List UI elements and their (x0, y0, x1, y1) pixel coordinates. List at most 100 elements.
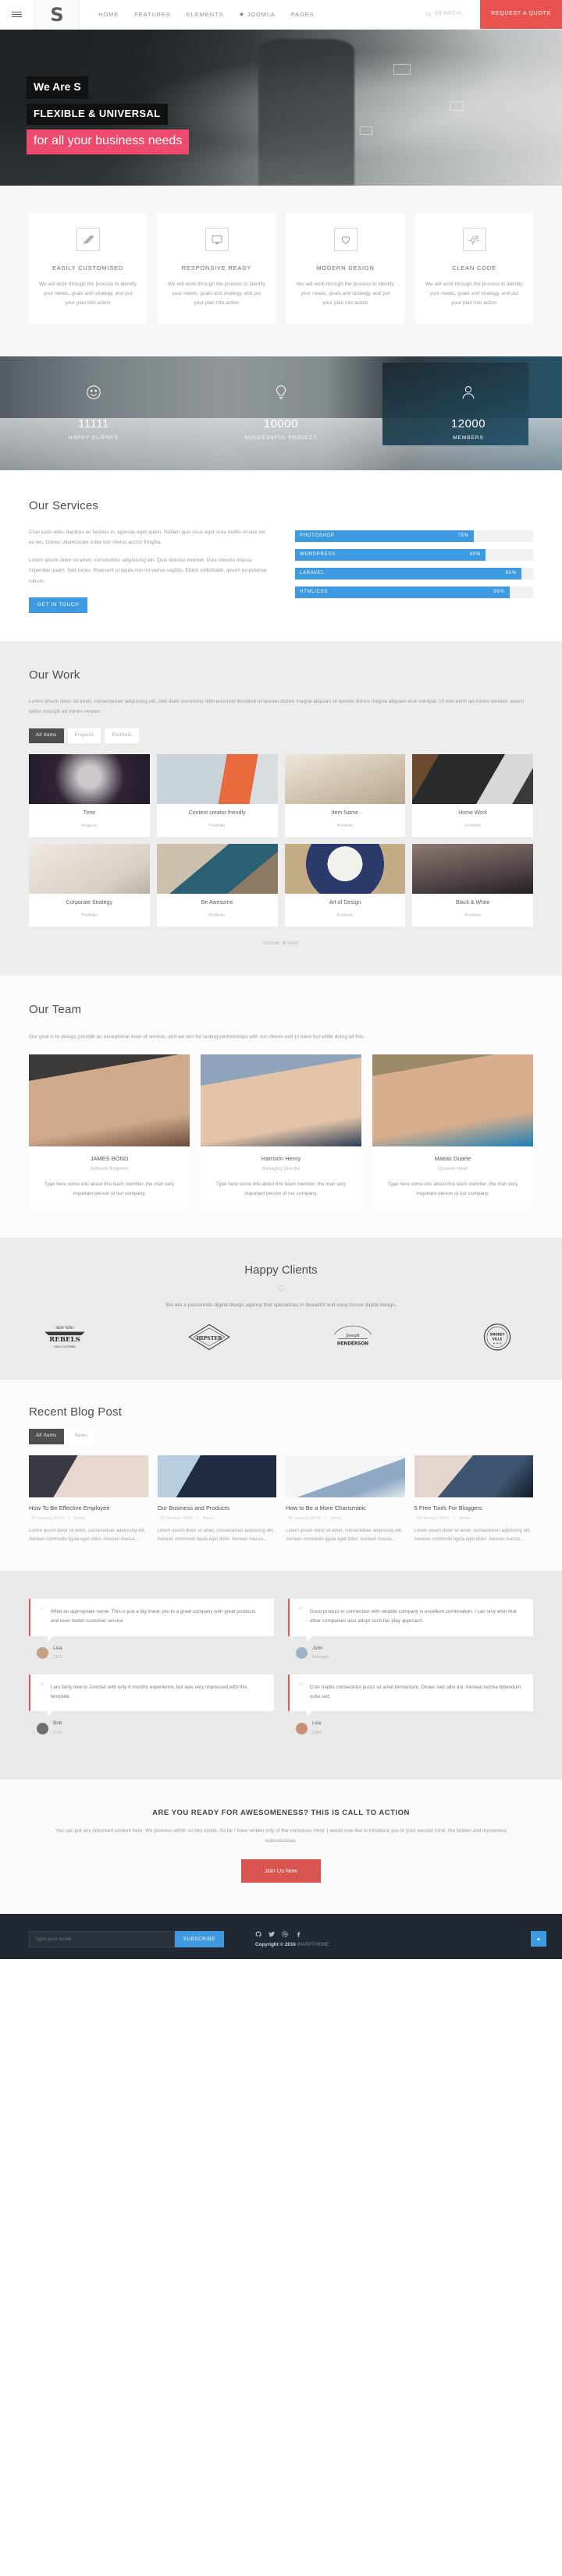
portfolio-thumbnail (412, 844, 533, 895)
portfolio-item[interactable]: Content creator friendly Portfolio (156, 753, 278, 838)
facebook-icon[interactable] (295, 1931, 301, 1937)
portfolio-item[interactable]: Time Projects (29, 753, 150, 838)
testimonials-section: “ What an appropriate name. This is just… (0, 1571, 562, 1780)
team-member-card[interactable]: Harrison Henry Managing Director Type he… (201, 1054, 361, 1210)
svg-text:HIPSTER: HIPSTER (196, 1336, 222, 1341)
skill-bar-photoshop: PHOTOSHOP 75% (295, 530, 533, 542)
header-actions: SEARCH... REQUEST A QUOTE (414, 0, 562, 29)
team-member-name: JAMES BOND (90, 1154, 129, 1162)
svg-text:HENDERSON: HENDERSON (337, 1342, 368, 1347)
subscribe-button[interactable]: SUBSCRIBE (174, 1930, 224, 1947)
blog-post-card[interactable]: How To Be Effective Employee 29 January … (29, 1455, 148, 1545)
portfolio-filter-portfolio[interactable]: Portfolio (105, 728, 140, 743)
section-dot-icon (278, 1284, 284, 1291)
github-icon[interactable] (255, 1930, 261, 1937)
get-in-touch-button[interactable]: GET IN TOUCH (29, 597, 88, 613)
gears-icon (462, 228, 486, 251)
portfolio-item[interactable]: Home Work Portfolio (412, 753, 533, 838)
feature-text: We will work through the process to iden… (297, 281, 394, 306)
team-member-card[interactable]: JAMES BOND Software Engineer Type here s… (29, 1054, 190, 1210)
client-logo-hipster[interactable]: HIPSTER (184, 1322, 234, 1353)
feature-card-modern-design[interactable]: MODERN DESIGN We will work through the p… (286, 214, 404, 324)
skill-fill: WORDPRESS 80% (295, 548, 486, 561)
portfolio-item[interactable]: Black & White Portfolio (412, 844, 533, 927)
counter-label: MEMBERS (453, 435, 484, 441)
testimonial-name: John (312, 1645, 323, 1651)
team-member-photo (372, 1054, 533, 1146)
testimonial-name: Bob (53, 1720, 62, 1727)
nav-item-features[interactable]: FEATURES (134, 10, 171, 19)
testimonial: “ What an appropriate name. This is just… (29, 1599, 274, 1662)
services-text-column: Cras justo odio, dapibus ac facilisis in… (29, 527, 272, 613)
hero-line-1: We Are S (27, 76, 88, 99)
testimonials-row: “ I am fairly new to Joomla! with only 6… (29, 1674, 533, 1738)
feature-card-responsive-ready[interactable]: RESPONSIVE READY We will work through th… (158, 214, 276, 324)
team-member-card[interactable]: Matias Duarte Creative Head Type here so… (372, 1054, 533, 1210)
portfolio-thumbnail (156, 844, 278, 895)
joomla-icon: ✹ (239, 10, 245, 18)
skill-label: HTML/CSS (300, 589, 328, 594)
nav-item-home[interactable]: HOME (98, 10, 119, 19)
portfolio-filter-projects[interactable]: Projects (67, 728, 101, 743)
svg-text:Joseph: Joseph (346, 1334, 361, 1338)
blog-post-category: News (331, 1516, 343, 1522)
services-paragraph-1: Cras justo odio, dapibus ac facilisis in… (29, 529, 265, 546)
testimonial: “ I am fairly new to Joomla! with only 6… (29, 1674, 274, 1738)
testimonial: “ Cras mattis consectetur purus sit amet… (288, 1674, 533, 1738)
portfolio-filter-all-items[interactable]: All Items (29, 728, 64, 743)
feature-title: MODERN DESIGN (316, 264, 375, 271)
counter-value: 12000 (450, 417, 486, 431)
search-button[interactable]: SEARCH... (414, 0, 480, 29)
site-logo[interactable]: S (34, 0, 80, 29)
client-logo-rebels[interactable]: - NEW YORK - REBELS HIGH CLOTHING (40, 1322, 90, 1353)
scroll-to-top-button[interactable] (531, 1931, 546, 1947)
blog-filter-news[interactable]: News (67, 1429, 95, 1444)
portfolio-item[interactable]: Corporate Strategy Portfolio (29, 844, 150, 927)
team-member-photo (29, 1054, 190, 1146)
avatar (37, 1647, 48, 1660)
email-input[interactable] (29, 1930, 175, 1947)
features-section: EASILY CUSTOMISED We will work through t… (0, 186, 562, 356)
team-member-bio: Type here some info about this team memb… (44, 1181, 175, 1196)
avatar (37, 1722, 48, 1734)
team-section: Our Team Our goal is to always provide a… (0, 976, 562, 1238)
nav-item-joomla[interactable]: ✹ JOOMLA (239, 10, 275, 19)
quote-icon: “ (38, 1605, 45, 1621)
join-us-now-button[interactable]: Join Us Now (240, 1858, 322, 1883)
blog-filter-all-items[interactable]: All Items (29, 1429, 64, 1444)
blog-post-card[interactable]: Our Business and Products 29 January 201… (157, 1455, 276, 1545)
quote-icon: “ (297, 1605, 304, 1621)
testimonial-role: CMO (312, 1731, 322, 1736)
client-logo-henderson[interactable]: Joseph HENDERSON (328, 1322, 378, 1353)
blog-post-card[interactable]: How to Be a More Charismatic 29 January … (286, 1455, 405, 1545)
feature-card-clean-code[interactable]: CLEAN CODE We will work through the proc… (415, 214, 533, 324)
portfolio-item-title: Home Work (458, 810, 488, 816)
envelope-deco-2 (450, 101, 464, 111)
blog-post-category: News (74, 1516, 86, 1522)
show-more-button[interactable]: SHOW MORE (29, 941, 533, 948)
skill-value: 80% (469, 551, 481, 557)
blog-post-thumbnail (157, 1455, 276, 1497)
menu-toggle-button[interactable] (0, 0, 34, 29)
svg-text:- NEW YORK -: - NEW YORK - (55, 1326, 76, 1330)
feature-card-easily-customised[interactable]: EASILY CUSTOMISED We will work through t… (29, 214, 147, 324)
portfolio-item[interactable]: Art of Design Portfolio (284, 844, 406, 927)
nav-item-pages[interactable]: PAGES (291, 10, 315, 19)
hero-line-2: FLEXIBLE & UNIVERSAL (27, 103, 168, 125)
testimonial-quote: Cras mattis consectetur purus sit amet f… (309, 1684, 521, 1700)
twitter-icon[interactable] (269, 1931, 275, 1937)
meta-separator: | (325, 1516, 327, 1522)
client-logo-smokeyville[interactable]: SMOKEY VILLE ★ ★ ★ (472, 1322, 522, 1353)
counter-label: HAPPY CLIENTS (68, 435, 119, 441)
portfolio-item[interactable]: Be Awesome Portfolio (156, 844, 278, 927)
blog-post-card[interactable]: 5 Free Tools For Bloggers 29 January 201… (414, 1455, 533, 1545)
dribbble-icon[interactable] (282, 1930, 288, 1937)
svg-text:VILLE: VILLE (493, 1337, 503, 1341)
portfolio-title: Our Work (29, 668, 80, 682)
request-quote-button[interactable]: REQUEST A QUOTE (480, 0, 562, 29)
counter-successful-project: 10000 SUCCESSFUL PROJECT (187, 384, 375, 442)
team-member-role: Creative Head (437, 1167, 468, 1172)
nav-item-elements[interactable]: ELEMENTS (187, 10, 224, 19)
portfolio-item[interactable]: Item Name Portfolio (284, 753, 406, 838)
blog-section: Recent Blog Post All Items News How To B… (0, 1380, 562, 1571)
